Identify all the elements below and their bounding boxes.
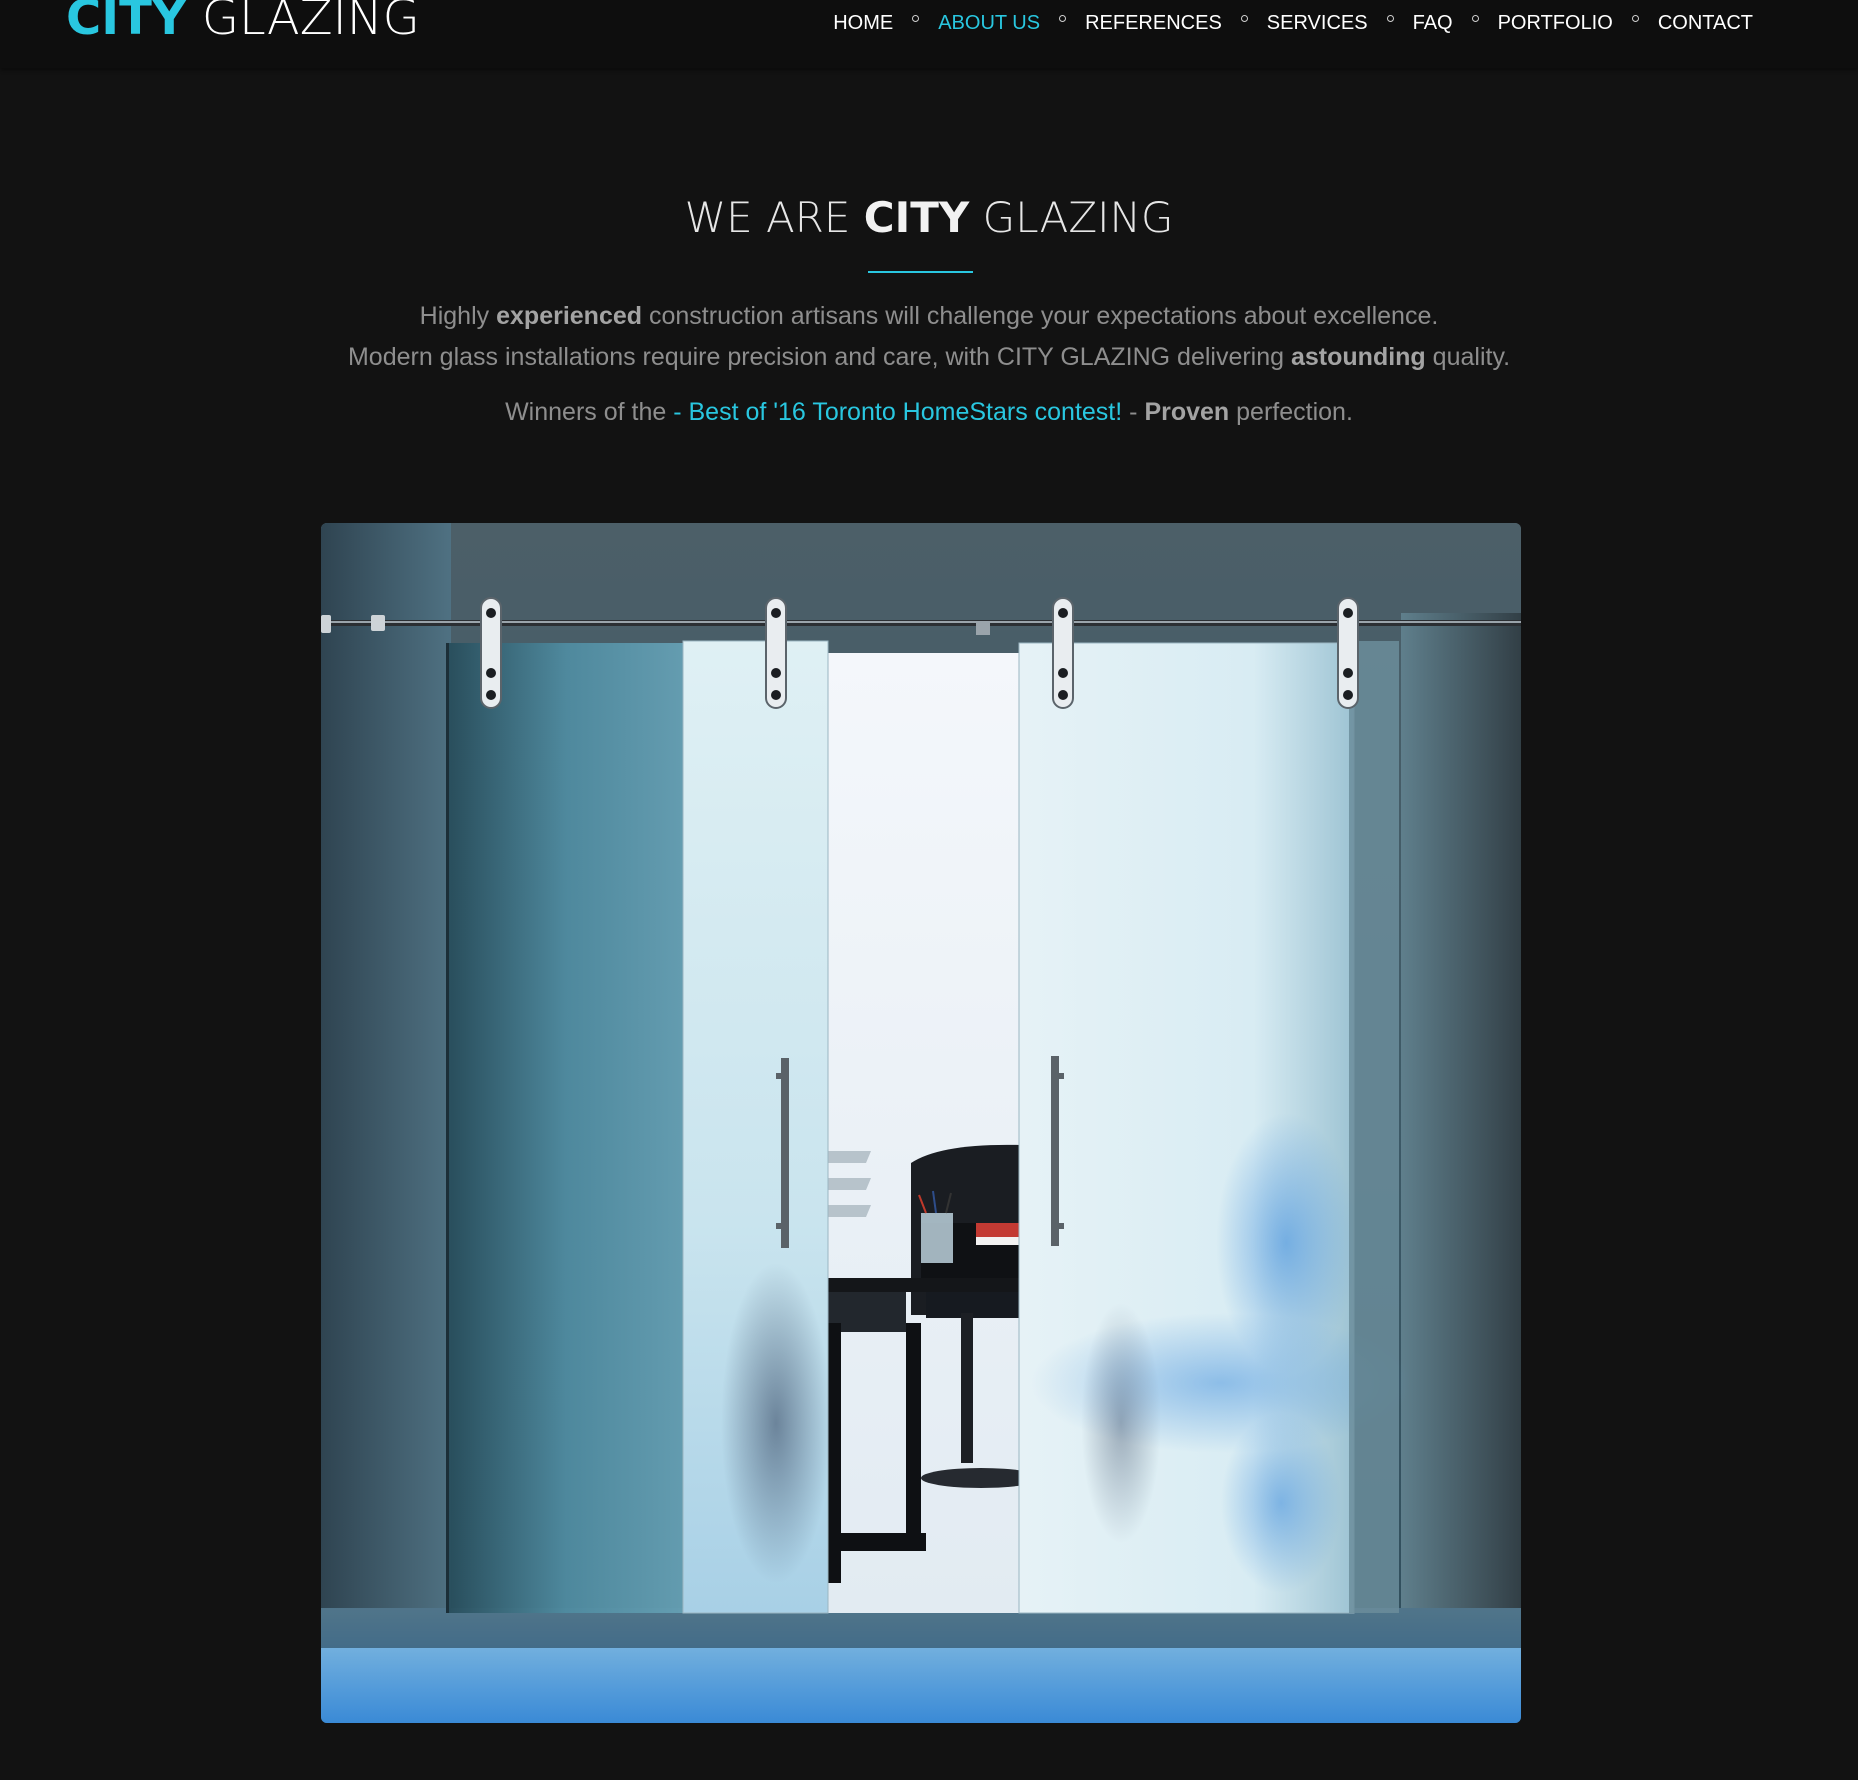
title-strong: CITY bbox=[863, 193, 970, 242]
nav-references[interactable]: REFERENCES bbox=[1085, 12, 1222, 35]
photo-illustration bbox=[321, 523, 1521, 1723]
nav-separator-dot bbox=[1631, 14, 1639, 22]
intro-1-post: construction artisans will challenge you… bbox=[648, 302, 1439, 330]
awards-post: perfection. bbox=[1236, 398, 1353, 426]
nav-contact[interactable]: CONTACT bbox=[1658, 12, 1753, 35]
intro-1-strong: experienced bbox=[496, 302, 643, 330]
sliding-glass-doors-photo bbox=[321, 523, 1521, 1723]
title-post: GLAZING bbox=[982, 193, 1174, 242]
nav-home[interactable]: HOME bbox=[833, 12, 893, 35]
award-highlight: - Best of '16 Toronto HomeStars contest! bbox=[673, 398, 1123, 426]
title-pre: WE ARE bbox=[684, 193, 851, 242]
intro-2-strong: astounding bbox=[1291, 343, 1426, 371]
intro-2-post: quality. bbox=[1432, 343, 1511, 371]
nav-separator-dot bbox=[1386, 14, 1394, 22]
section-title: WE ARE CITY GLAZING bbox=[0, 188, 1858, 248]
nav-portfolio[interactable]: PORTFOLIO bbox=[1498, 12, 1613, 35]
nav-separator-dot bbox=[1240, 14, 1248, 22]
nav-about-us[interactable]: ABOUT US bbox=[938, 12, 1040, 35]
intro-line-1: Highly experienced construction artisans… bbox=[0, 296, 1858, 337]
intro-1-pre: Highly bbox=[419, 302, 490, 330]
site-logo[interactable]: CITY GLAZING bbox=[66, 0, 420, 48]
nav-separator-dot bbox=[1059, 14, 1067, 22]
main-nav: HOME ABOUT US REFERENCES SERVICES FAQ PO… bbox=[833, 0, 1753, 46]
intro-line-2: Modern glass installations require preci… bbox=[0, 337, 1858, 378]
site-header: CITY GLAZING HOME ABOUT US REFERENCES SE… bbox=[0, 0, 1858, 68]
awards-line: Winners of the - Best of '16 Toronto Hom… bbox=[0, 392, 1858, 433]
logo-accent-text: CITY bbox=[66, 0, 187, 46]
nav-faq[interactable]: FAQ bbox=[1413, 12, 1453, 35]
nav-services[interactable]: SERVICES bbox=[1267, 12, 1368, 35]
nav-separator-dot bbox=[912, 14, 920, 22]
title-underline bbox=[868, 271, 973, 273]
awards-dash: - bbox=[1129, 398, 1138, 426]
awards-strong: Proven bbox=[1144, 398, 1230, 426]
awards-pre: Winners of the bbox=[505, 398, 667, 426]
logo-text: GLAZING bbox=[201, 0, 420, 46]
nav-separator-dot bbox=[1471, 14, 1479, 22]
intro-2-pre: Modern glass installations require preci… bbox=[347, 343, 1285, 371]
